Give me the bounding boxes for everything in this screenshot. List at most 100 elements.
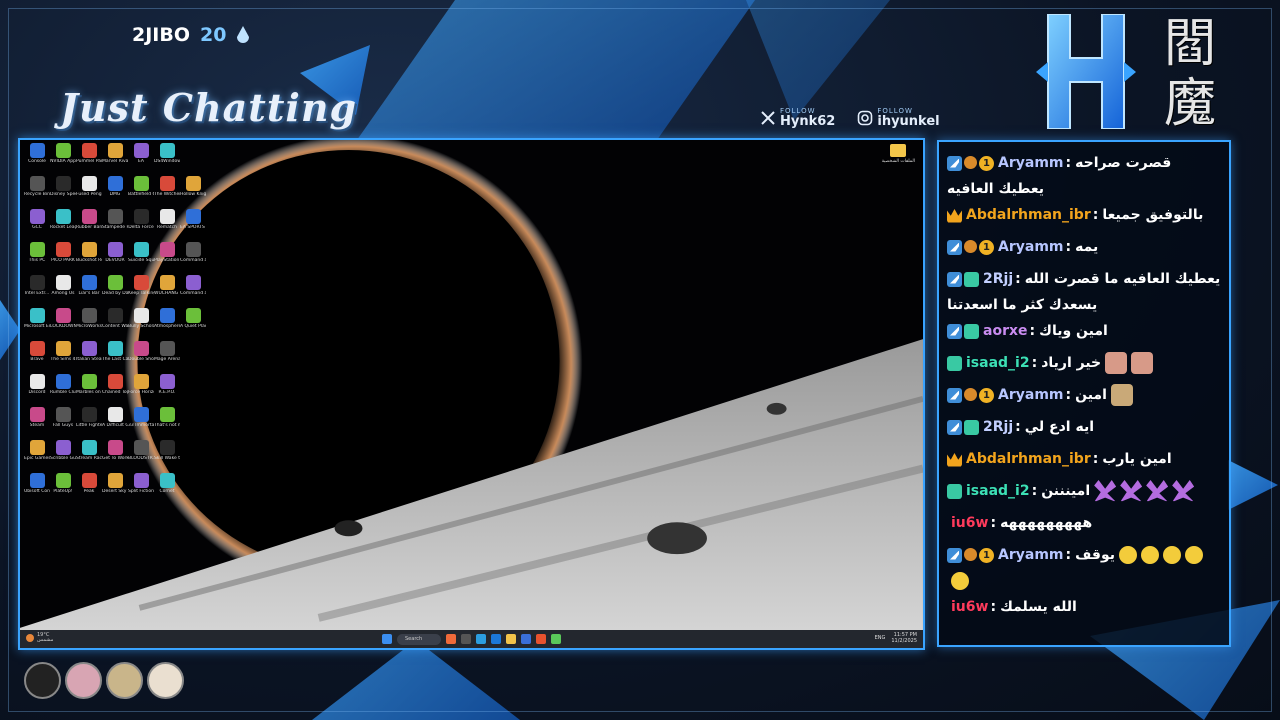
desktop-icon[interactable]: Battlefield 6 [128,176,154,209]
desktop-icon[interactable]: Brave [24,341,50,374]
social-x[interactable]: FOLLOW Hynk62 [760,108,835,128]
desktop-icon[interactable]: A Difficult Game Abo... [102,407,128,440]
desktop-icon[interactable]: Stream Racer [76,440,102,473]
desktop-icon[interactable]: MicroWorks [76,308,102,341]
desktop-icon[interactable]: Cornet [154,473,180,506]
taskbar-app-icon[interactable] [446,634,456,644]
chat-username[interactable]: aorxe [983,323,1028,339]
desktop-icon[interactable]: Mage Arena [154,341,180,374]
desktop-icon[interactable]: That's not my Neighbor [154,407,180,440]
chat-username[interactable]: 2Rjj [983,419,1013,435]
weather-widget[interactable]: 19°C مشمس [26,633,53,643]
desktop-icon[interactable]: R.E.P.O. [154,374,180,407]
desktop-icon[interactable]: Microsoft Edge [24,308,50,341]
desktop-icon[interactable]: Hollow Knight [180,176,206,209]
taskbar-app-icon[interactable] [476,634,486,644]
desktop-icon[interactable]: Among Us [50,275,76,308]
desktop-icon[interactable]: Console [24,143,50,176]
chat-username[interactable]: isaad_i2 [966,483,1030,499]
desktop-icon[interactable]: Desert Sky Rides [102,473,128,506]
desktop-icon[interactable]: Intel Extr... [24,275,50,308]
chat-username[interactable]: Aryamm [998,155,1064,171]
desktop-icon[interactable]: Italian Steam ch... [76,341,102,374]
desktop-icon[interactable]: LOCKDOWN Protocol [50,308,76,341]
desktop-icon[interactable]: Keep Talking and Nobo... [128,275,154,308]
chat-username[interactable]: Aryamm [998,239,1064,255]
desktop-icon[interactable]: This PC [24,242,50,275]
desktop-icon[interactable]: Recycle Bin [24,176,50,209]
desktop-icon[interactable]: Command and Conqu... [180,275,206,308]
desktop-icon[interactable]: DMG [102,176,128,209]
desktop-icon[interactable]: Scribble Guys [50,440,76,473]
desktop-icon[interactable]: Force Horizon 5 [128,374,154,407]
desktop-folder[interactable]: الملفات الشخصية [882,144,915,164]
desktop-icon[interactable]: Marvel Rivals [102,143,128,176]
desktop-icon[interactable]: Discord [24,374,50,407]
desktop-icon[interactable]: Little Fighters on Stream [76,407,102,440]
desktop-icon[interactable]: The Witcher 3 Wild Hunt [154,176,180,209]
desktop-icon[interactable]: Command and Conqu... [180,242,206,275]
desktop-icon[interactable]: Fused Penguin [76,176,102,209]
chat-username[interactable]: iu6w [951,599,988,615]
chat-username[interactable]: 2Rjj [983,271,1013,287]
desktop-icon[interactable]: PICO PARK [50,242,76,275]
taskbar-app-icon[interactable] [506,634,516,644]
desktop-icon[interactable]: The Sims 4 [50,341,76,374]
desktop-icon[interactable]: Peak [76,473,102,506]
desktop-icon[interactable]: Content Warning [102,308,128,341]
desktop-icon[interactable]: Bully Scholarsh... [128,308,154,341]
desktop-icon[interactable]: PlateUp! [50,473,76,506]
chat-username[interactable]: iu6w [951,515,988,531]
desktop-icon[interactable]: Liar's Bar [76,275,102,308]
desktop-icon[interactable]: GCC [24,209,50,242]
desktop-icon[interactable]: NVIDIA App [50,143,76,176]
taskbar-app-icon[interactable] [491,634,501,644]
desktop-icon[interactable]: EA [128,143,154,176]
desktop-icon[interactable]: BLOODSTR... [128,440,154,473]
taskbar-app-icon[interactable] [551,634,561,644]
desktop-icon[interactable]: EA SPORTS FC 25 [180,209,206,242]
desktop-icon[interactable]: Ubisoft Connect [24,473,50,506]
chat-username[interactable]: Abdalrhman_ibr [966,207,1091,223]
desktop-icon[interactable]: Skill Wake the Beep [154,440,180,473]
chat-username[interactable]: Aryamm [998,387,1064,403]
desktop-icon[interactable]: Atmosphere 2 [154,308,180,341]
chat-username[interactable]: Abdalrhman_ibr [966,451,1091,467]
desktop-icon[interactable]: Disney Speedstorm [50,176,76,209]
desktop-icon[interactable]: Suicide Squad Ki... [128,242,154,275]
desktop-icon[interactable]: Dead by Daylight [102,275,128,308]
desktop-icon[interactable]: 33 Immortals [128,407,154,440]
clock[interactable]: 11:57 PM 11/2/2025 [891,632,917,644]
taskbar-app-icon[interactable] [536,634,546,644]
desktop-icon[interactable]: Pummel Party [76,143,102,176]
chat-username[interactable]: isaad_i2 [966,355,1030,371]
desktop-icon[interactable]: DS4Windows [154,143,180,176]
desktop-icon[interactable]: Stampede Racing [102,209,128,242]
desktop-icon[interactable]: Epic Games Launcher [24,440,50,473]
desktop-icon[interactable]: Rematch [154,209,180,242]
desktop-icon[interactable]: PlayStation Accessories [154,242,180,275]
language-indicator[interactable]: ENG [875,635,886,641]
taskbar-app-icon[interactable] [461,634,471,644]
desktop-icon[interactable]: Split Fiction [128,473,154,506]
desktop-icon[interactable]: Steam [24,407,50,440]
desktop-icon[interactable]: WUCHANG Fallen Fea... [154,275,180,308]
taskbar-search[interactable]: Search [397,633,441,645]
desktop-icon[interactable]: Double Shoulders [128,341,154,374]
desktop-icon[interactable]: Marbles on Stream [76,374,102,407]
social-instagram[interactable]: FOLLOW ihyunkel [857,108,940,128]
desktop-icon[interactable]: The Last Campfire [102,341,128,374]
desktop-icon[interactable]: Delta Force [128,209,154,242]
chat-username[interactable]: Aryamm [998,547,1064,563]
desktop-icon[interactable]: Buckshot Roulette [76,242,102,275]
desktop-icon[interactable]: Rocket League [50,209,76,242]
desktop-icon[interactable]: Rubber Bandits [76,209,102,242]
desktop-icon[interactable]: A Quiet Place The Road A... [180,308,206,341]
desktop-icon[interactable]: DEVOUR [102,242,128,275]
taskbar-app-icon[interactable] [521,634,531,644]
desktop-icon[interactable]: Rumble Club [50,374,76,407]
desktop-icon[interactable]: Get To Work [102,440,128,473]
desktop-icon[interactable]: Chained Together [102,374,128,407]
desktop-icon[interactable]: Fall Guys [50,407,76,440]
start-button[interactable] [382,634,392,644]
